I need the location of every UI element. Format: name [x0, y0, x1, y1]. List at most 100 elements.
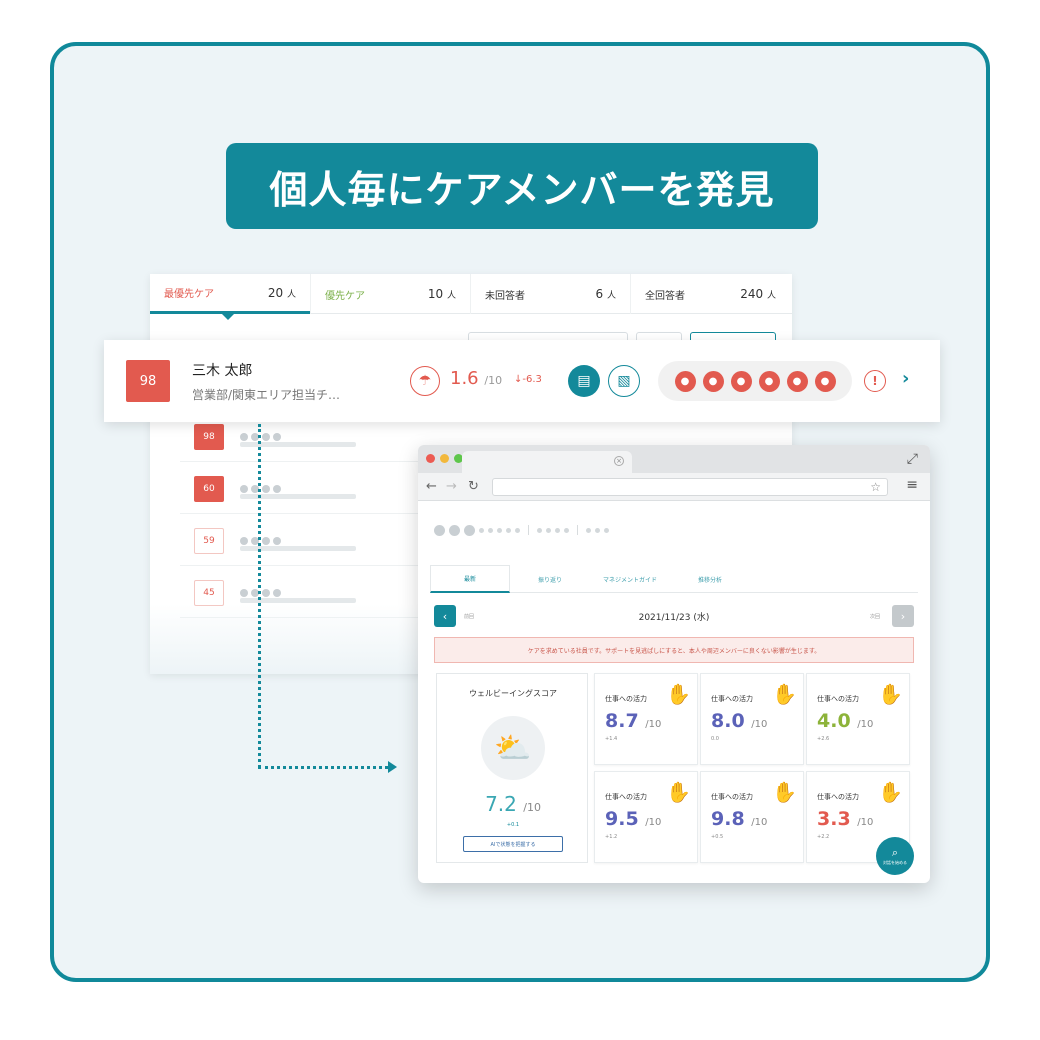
- metric-score: 3.3 /10: [817, 808, 874, 830]
- detail-tabs: 最新 振り返り マネジメントガイド 推移分析: [430, 565, 918, 593]
- wellbeing-title: ウェルビーイングスコア: [469, 689, 557, 698]
- hand-icon: ✋: [878, 780, 903, 804]
- comment-icon[interactable]: ▤: [568, 365, 600, 397]
- browser-tab[interactable]: [462, 451, 632, 473]
- member-department: 営業部/関東エリア担当チ…: [192, 388, 341, 402]
- metric-label: 仕事への活力: [817, 695, 859, 703]
- tab-priority-care[interactable]: 優先ケア 10 人: [310, 274, 470, 314]
- chevron-right-icon[interactable]: ›: [902, 368, 909, 389]
- document-icon[interactable]: ▧: [608, 365, 640, 397]
- alert-icon[interactable]: !: [864, 370, 886, 392]
- partly-sunny-icon: ⛅: [481, 716, 545, 780]
- score-badge: 45: [194, 580, 224, 606]
- content-frame: 個人毎にケアメンバーを発見 最優先ケア 20 人 優先ケア 10 人 未回答者 …: [50, 42, 990, 982]
- factor-icons: ● ● ● ● ● ●: [658, 361, 852, 401]
- headline-banner: 個人毎にケアメンバーを発見: [226, 143, 818, 229]
- browser-window: × ⤢ ← → ↻ ☆ ≡ 最新 振り返り マネジメントガイド 推移分析 ‹ 前…: [418, 445, 930, 883]
- tab-unanswered[interactable]: 未回答者 6 人: [470, 274, 630, 314]
- metric-card[interactable]: ✋ 仕事への活力 9.5 /10 +1.2: [594, 771, 698, 863]
- score-badge: 98: [194, 424, 224, 450]
- score-badge: 60: [194, 476, 224, 502]
- tab-latest[interactable]: 最新: [430, 565, 510, 593]
- menu-icon[interactable]: ≡: [906, 477, 918, 493]
- tab-label: 全回答者: [645, 290, 685, 302]
- tab-count: 20 人: [267, 285, 296, 300]
- connector-line: [258, 424, 261, 768]
- metric-delta: +0.5: [711, 834, 724, 840]
- metric-delta: +1.4: [605, 736, 618, 742]
- close-tab-icon[interactable]: ×: [614, 456, 624, 466]
- metric-card[interactable]: ✋ 仕事への活力 9.8 /10 +0.5: [700, 771, 804, 863]
- reload-icon[interactable]: ↻: [468, 479, 479, 494]
- forward-icon[interactable]: →: [446, 479, 457, 494]
- wellbeing-delta: +0.1: [506, 822, 520, 828]
- tab-all-respondents[interactable]: 全回答者 240 人: [630, 274, 790, 314]
- metric-score: 4.0 /10: [817, 710, 874, 732]
- metric-card[interactable]: ✋ 仕事への活力 8.0 /10 0.0: [700, 673, 804, 765]
- metric-label: 仕事への活力: [711, 695, 753, 703]
- score-badge: 59: [194, 528, 224, 554]
- tab-label: 優先ケア: [325, 290, 365, 302]
- metric-label: 仕事への活力: [817, 793, 859, 801]
- back-icon[interactable]: ←: [426, 479, 437, 494]
- chevron-right-icon[interactable]: ›: [892, 605, 914, 627]
- factor-icon: ●: [730, 370, 752, 392]
- hand-icon: ✋: [878, 682, 903, 706]
- factor-icon: ●: [786, 370, 808, 392]
- browser-toolbar: ← → ↻ ☆ ≡: [418, 473, 930, 501]
- metric-label: 仕事への活力: [605, 793, 647, 801]
- hand-icon: ✋: [666, 780, 691, 804]
- connector-arrow-icon: [388, 761, 397, 773]
- metric-card[interactable]: ✋ 仕事への活力 8.7 /10 +1.4: [594, 673, 698, 765]
- highlighted-member-row[interactable]: 98 三木 太郎 営業部/関東エリア担当チ… ☂ 1.6 /10 ↓-6.3 ▤…: [104, 340, 940, 422]
- tab-trend-analysis[interactable]: 推移分析: [670, 565, 750, 593]
- factor-icon: ●: [674, 370, 696, 392]
- wellbeing-score: 7.2 /10: [485, 792, 541, 816]
- tab-review[interactable]: 振り返り: [510, 565, 590, 593]
- factor-icon: ●: [758, 370, 780, 392]
- connector-line: [258, 766, 388, 769]
- metric-card[interactable]: ✋ 仕事への活力 4.0 /10 +2.6: [806, 673, 910, 765]
- ai-analyze-button[interactable]: AIで状態を把握する: [463, 836, 563, 852]
- care-notice: ケアを求めている社員です。サポートを見逃ぱしにすると、本人や周辺メンバーに良くな…: [434, 637, 914, 663]
- wellbeing-score: 1.6 /10: [450, 368, 503, 389]
- tab-label: 最優先ケア: [164, 289, 214, 300]
- hand-icon: ✋: [666, 682, 691, 706]
- metric-label: 仕事への活力: [711, 793, 753, 801]
- metric-label: 仕事への活力: [605, 695, 647, 703]
- factor-icon: ●: [814, 370, 836, 392]
- tab-count: 6 人: [595, 287, 616, 301]
- metric-score: 9.8 /10: [711, 808, 768, 830]
- member-name: 三木 太郎: [192, 363, 253, 379]
- minimize-window-button[interactable]: [440, 454, 449, 463]
- tab-management-guide[interactable]: マネジメントガイド: [590, 565, 670, 593]
- hand-icon: ✋: [772, 780, 797, 804]
- metric-score: 8.0 /10: [711, 710, 768, 732]
- hand-icon: ✋: [772, 682, 797, 706]
- address-bar[interactable]: ☆: [492, 478, 888, 496]
- date-navigator: ‹ 前回 2021/11/23 (水) 次回 ›: [434, 605, 914, 627]
- tab-count: 10 人: [427, 287, 456, 301]
- category-tabs: 最優先ケア 20 人 優先ケア 10 人 未回答者 6 人 全回答者 240 人: [150, 274, 792, 320]
- tab-label: 未回答者: [485, 290, 525, 302]
- wellbeing-panel: ウェルビーイングスコア ⛅ 7.2 /10 +0.1 AIで状態を把握する: [436, 673, 588, 863]
- tab-count: 240 人: [740, 287, 776, 301]
- factor-icon: ●: [702, 370, 724, 392]
- tab-top-priority-care[interactable]: 最優先ケア 20 人: [150, 274, 310, 320]
- search-icon: ⌕: [891, 846, 899, 859]
- expand-icon[interactable]: ⤢: [907, 451, 918, 467]
- star-icon[interactable]: ☆: [870, 480, 881, 494]
- score-delta: ↓-6.3: [514, 374, 542, 385]
- metric-score: 9.5 /10: [605, 808, 662, 830]
- browser-titlebar: × ⤢: [418, 445, 930, 473]
- metric-score: 8.7 /10: [605, 710, 662, 732]
- rain-cloud-icon: ☂: [410, 366, 440, 396]
- metric-delta: +1.2: [605, 834, 618, 840]
- close-window-button[interactable]: [426, 454, 435, 463]
- start-dialogue-button[interactable]: ⌕ 対話を始める: [876, 837, 914, 875]
- score-badge: 98: [126, 360, 170, 402]
- metric-delta: +2.2: [817, 834, 830, 840]
- masked-user-info: [434, 523, 609, 537]
- current-date: 2021/11/23 (水): [638, 613, 710, 623]
- metric-grid: ✋ 仕事への活力 8.7 /10 +1.4 ✋ 仕事への活力 8.0 /10 0…: [594, 673, 912, 865]
